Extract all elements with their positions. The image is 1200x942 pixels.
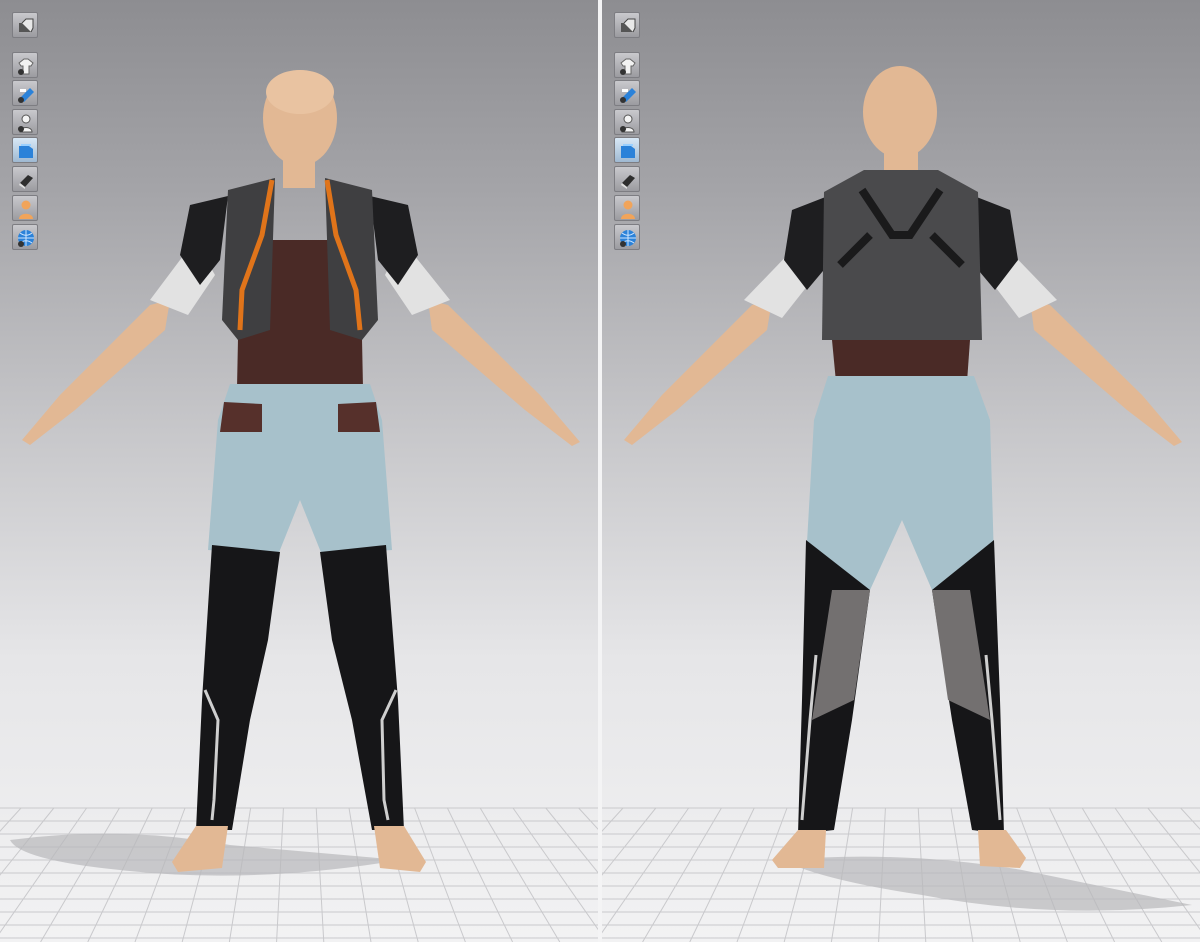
right-legging <box>320 545 404 830</box>
tank-top <box>832 340 970 382</box>
avatar-back-view <box>602 66 1200 942</box>
left-foot <box>772 830 826 868</box>
right-arm <box>1030 300 1182 446</box>
left-arm <box>22 300 170 445</box>
floor-grid <box>0 807 598 942</box>
right-foot <box>978 830 1026 868</box>
right-foot <box>374 826 426 872</box>
head <box>863 66 937 158</box>
viewport-back[interactable] <box>602 0 1200 942</box>
viewport-front[interactable] <box>0 0 598 942</box>
head-highlight <box>266 70 334 114</box>
left-legging <box>196 545 280 830</box>
right-arm <box>428 300 580 446</box>
pants <box>806 376 994 590</box>
pants-pocket-left <box>220 402 262 432</box>
left-arm <box>624 300 772 445</box>
avatar-front-view <box>0 70 598 942</box>
pants-pocket-right <box>338 402 380 432</box>
